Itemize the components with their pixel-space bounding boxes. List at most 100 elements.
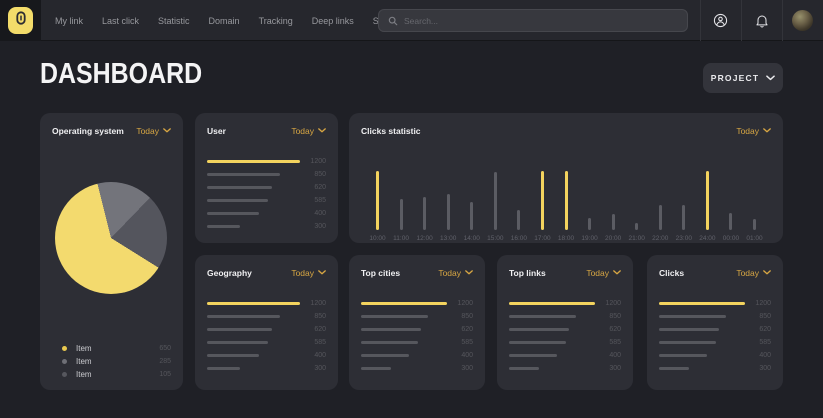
bar-track: [509, 367, 595, 370]
account-button[interactable]: [700, 0, 741, 41]
bar: [447, 194, 450, 230]
bar: [588, 218, 591, 230]
bar: [509, 367, 539, 370]
chart-column: 10:00: [367, 160, 388, 242]
chart-column: 11:00: [391, 160, 412, 242]
chart-column: 23:00: [673, 160, 694, 242]
bar-area: [470, 160, 473, 230]
bar-track: [207, 354, 300, 357]
bar-value: 300: [300, 225, 326, 228]
chart-column: 22:00: [650, 160, 671, 242]
bar-area: [517, 160, 520, 230]
bar-value: 400: [745, 354, 771, 357]
bar-track: [509, 315, 595, 318]
chart-column: 15:00: [485, 160, 506, 242]
nav-deep-links[interactable]: Deep links: [312, 16, 354, 26]
bar-row: 620: [207, 328, 326, 331]
bar-area: [659, 160, 662, 230]
period-label: Today: [291, 268, 314, 278]
chart-column: 21:00: [626, 160, 647, 242]
bar: [509, 328, 569, 331]
period-select[interactable]: Today: [136, 126, 171, 136]
bar-track: [361, 328, 447, 331]
period-select[interactable]: Today: [291, 268, 326, 278]
bar-value: 400: [447, 354, 473, 357]
bar: [659, 354, 707, 357]
bar-row: 585: [659, 341, 771, 344]
bar: [509, 354, 557, 357]
bar-track: [207, 199, 300, 202]
project-dropdown[interactable]: PROJECT: [703, 63, 783, 93]
period-select[interactable]: Today: [736, 126, 771, 136]
bar-track: [207, 328, 300, 331]
bar: [207, 328, 272, 331]
bar: [207, 315, 280, 318]
period-select[interactable]: Today: [586, 268, 621, 278]
nav-tracking[interactable]: Tracking: [259, 16, 293, 26]
chevron-down-icon: [613, 270, 621, 275]
chart-column: 19:00: [579, 160, 600, 242]
notifications-button[interactable]: [741, 0, 782, 41]
bar-row: 585: [361, 341, 473, 344]
bar-row: 585: [509, 341, 621, 344]
chart-column: 00:00: [720, 160, 741, 242]
link-logo-icon: [16, 11, 26, 30]
bar-row: 300: [509, 367, 621, 370]
period-select[interactable]: Today: [438, 268, 473, 278]
bar-highlight: [565, 171, 568, 231]
bar-track: [361, 315, 447, 318]
bar-track: [659, 328, 745, 331]
period-label: Today: [586, 268, 609, 278]
bar: [494, 172, 497, 230]
chart-column: 20:00: [603, 160, 624, 242]
x-axis-tick-label: 11:00: [393, 235, 409, 242]
bar-track: [509, 341, 595, 344]
chart-column: 13:00: [438, 160, 459, 242]
x-axis-tick-label: 22:00: [652, 235, 668, 242]
card-operating-system: Operating system Today Item650Item285Ite…: [40, 113, 183, 390]
bar-row: 620: [659, 328, 771, 331]
bar-row: 400: [207, 212, 326, 215]
bar-highlight: [376, 171, 379, 231]
bar: [682, 205, 685, 230]
bar-track: [509, 354, 595, 357]
bar-track: [659, 367, 745, 370]
card-clicks: Clicks Today 1200850620585400300: [647, 255, 783, 390]
bar-highlight: [541, 171, 544, 231]
bar-value: 585: [300, 341, 326, 344]
bar-track: [361, 367, 447, 370]
bar-value: 400: [300, 354, 326, 357]
bar-value: 620: [447, 328, 473, 331]
period-label: Today: [136, 126, 159, 136]
period-select[interactable]: Today: [736, 268, 771, 278]
top-bar: My link Last click Statistic Domain Trac…: [0, 0, 823, 41]
bar-row: 300: [361, 367, 473, 370]
x-axis-tick-label: 10:00: [369, 235, 385, 242]
bar-row: 620: [207, 186, 326, 189]
nav-domain[interactable]: Domain: [209, 16, 240, 26]
bar-row: 850: [207, 315, 326, 318]
nav-my-link[interactable]: My link: [55, 16, 83, 26]
nav-statistic[interactable]: Statistic: [158, 16, 190, 26]
bar: [659, 341, 716, 344]
bar: [509, 315, 576, 318]
bar-value: 850: [300, 315, 326, 318]
bar-area: [400, 160, 403, 230]
nav-last-click[interactable]: Last click: [102, 16, 139, 26]
search-input[interactable]: [404, 16, 678, 26]
period-select[interactable]: Today: [291, 126, 326, 136]
chevron-down-icon: [163, 128, 171, 133]
bar-row: 1200: [659, 302, 771, 305]
bar-row: 850: [659, 315, 771, 318]
app-logo[interactable]: [8, 7, 33, 34]
bar-value: 1200: [300, 160, 326, 163]
bar-row: 850: [207, 173, 326, 176]
bar-track: [207, 341, 300, 344]
bar-value: 850: [300, 173, 326, 176]
profile-button[interactable]: [782, 0, 823, 41]
bar-row: 585: [207, 199, 326, 202]
bar: [400, 199, 403, 231]
x-axis-tick-label: 01:00: [746, 235, 762, 242]
x-axis-tick-label: 20:00: [605, 235, 621, 242]
card-title: Clicks: [659, 268, 684, 278]
